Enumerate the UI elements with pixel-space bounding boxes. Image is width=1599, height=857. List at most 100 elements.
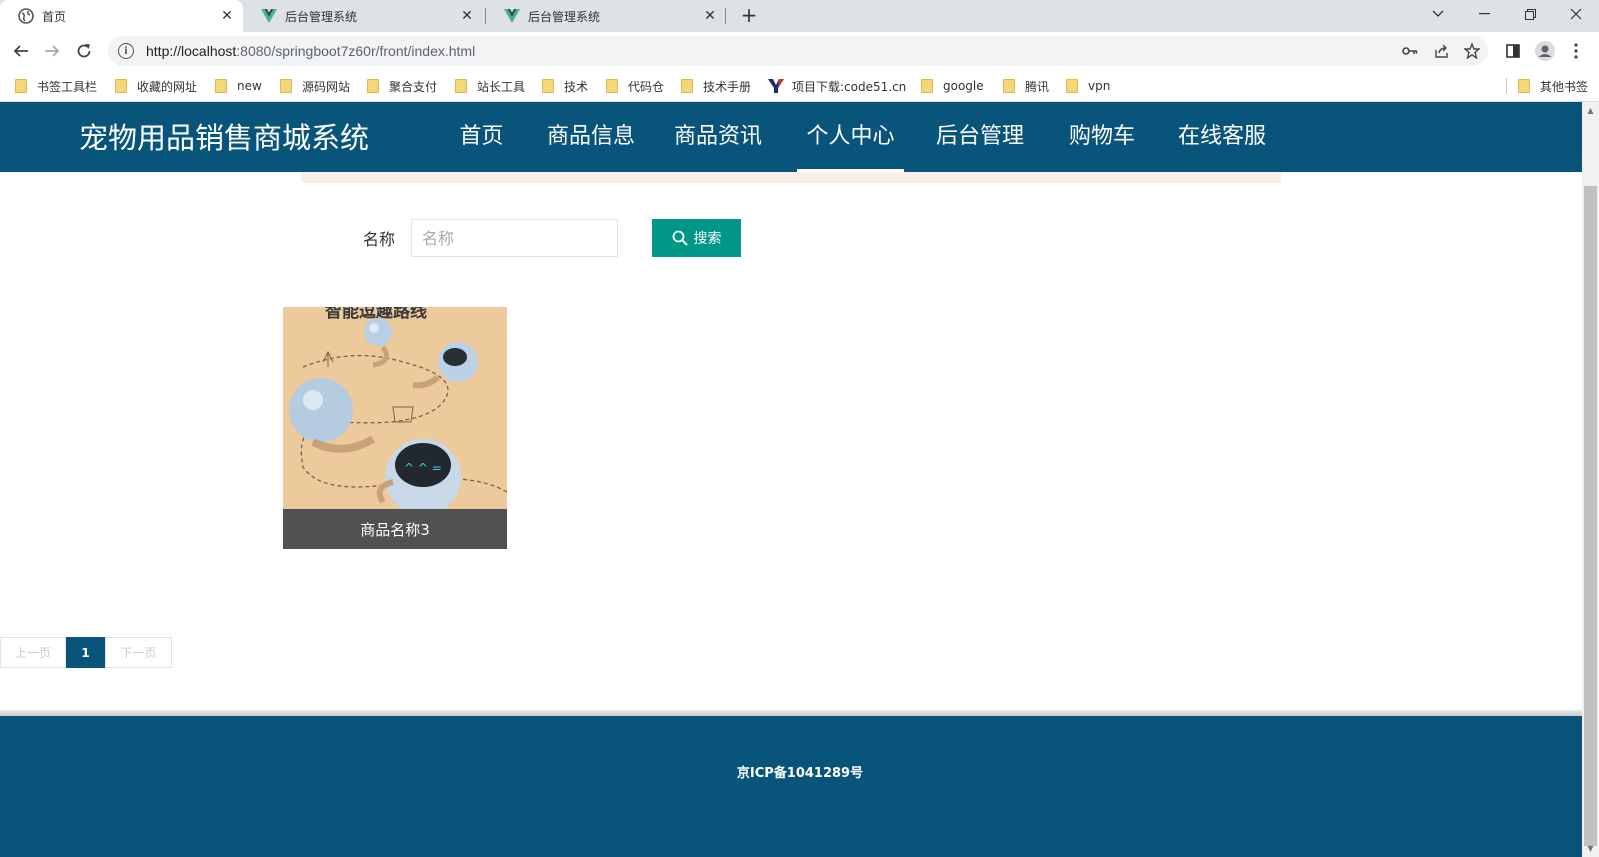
folder-icon <box>115 79 127 93</box>
tab-separator <box>725 8 726 24</box>
bookmark-folder[interactable]: 聚合支付 <box>367 78 437 94</box>
bookmarks-bar: 书签工具栏 收藏的网址 new 源码网站 聚合支付 站长工具 技术 代码仓 技术… <box>0 70 1599 102</box>
bookmark-label: 站长工具 <box>477 79 526 94</box>
other-bookmarks[interactable]: 其他书签 <box>1518 78 1588 94</box>
page-number-current[interactable]: 1 <box>66 637 105 668</box>
tab-title: 后台管理系统 <box>285 9 358 24</box>
prev-page-button[interactable]: 上一页 <box>0 637 66 668</box>
globe-icon <box>18 8 34 24</box>
folder-icon <box>1518 79 1530 93</box>
bookmark-label: 收藏的网址 <box>137 79 198 94</box>
star-icon[interactable] <box>1462 41 1482 61</box>
footer: 京ICP备1041289号 <box>0 716 1582 857</box>
tab-search-icon[interactable] <box>1415 0 1461 28</box>
page-scrollbar[interactable]: ▲ ▼ <box>1582 102 1599 857</box>
bookmark-folder[interactable]: google <box>921 78 984 94</box>
tab-admin-1[interactable]: 后台管理系统 ✕ <box>243 0 483 32</box>
key-icon[interactable] <box>1400 41 1420 61</box>
folder-icon <box>455 79 467 93</box>
bookmark-label: 项目下载:code51.cn <box>792 79 907 94</box>
tab-title: 后台管理系统 <box>528 9 601 24</box>
vue-icon <box>261 8 277 24</box>
bookmark-label: 源码网站 <box>302 79 351 94</box>
next-page-button[interactable]: 下一页 <box>105 637 172 668</box>
bookmark-label: 书签工具栏 <box>37 79 98 94</box>
bookmark-folder[interactable]: new <box>215 78 262 94</box>
menu-dots-icon[interactable] <box>1566 41 1586 61</box>
nav-cart[interactable]: 购物车 <box>1068 102 1136 172</box>
bookmark-label: 聚合支付 <box>389 79 438 94</box>
scroll-down-icon[interactable]: ▼ <box>1582 840 1599 857</box>
close-icon[interactable]: ✕ <box>457 6 477 26</box>
nav-admin[interactable]: 后台管理 <box>935 102 1025 172</box>
folder-icon <box>15 79 27 93</box>
nav-news[interactable]: 商品资讯 <box>673 102 763 172</box>
profile-icon[interactable] <box>1535 41 1555 61</box>
nav-home[interactable]: 首页 <box>459 102 504 172</box>
forward-icon[interactable] <box>38 37 66 65</box>
bookmark-folder[interactable]: 站长工具 <box>455 78 525 94</box>
bookmark-folder[interactable]: 书签工具栏 <box>15 78 97 94</box>
bookmark-label: vpn <box>1088 79 1111 93</box>
restore-icon[interactable] <box>1507 0 1553 28</box>
folder-icon <box>542 79 554 93</box>
bookmark-label: 技术 <box>564 79 589 94</box>
search-button[interactable]: 搜索 <box>652 219 741 257</box>
sidepanel-icon[interactable] <box>1503 41 1523 61</box>
bookmark-divider <box>1506 78 1507 94</box>
bookmark-folder[interactable]: 收藏的网址 <box>115 78 197 94</box>
bookmark-link[interactable]: 项目下载:code51.cn <box>768 78 906 94</box>
reload-icon[interactable] <box>70 37 98 65</box>
bookmark-label: 其他书签 <box>1540 79 1589 94</box>
share-icon[interactable] <box>1432 41 1452 61</box>
site-title: 宠物用品销售商城系统 <box>79 121 370 155</box>
vue-icon <box>504 8 520 24</box>
bookmark-label: 代码仓 <box>628 79 665 94</box>
bookmark-folder[interactable]: 技术 <box>542 78 588 94</box>
bookmark-folder[interactable]: vpn <box>1066 78 1110 94</box>
folder-icon <box>606 79 618 93</box>
nav-personal-center[interactable]: 个人中心 <box>797 102 904 172</box>
new-tab-button[interactable]: + <box>737 4 761 28</box>
search-input[interactable] <box>411 219 618 257</box>
minimize-icon[interactable] <box>1461 0 1507 28</box>
tab-admin-2[interactable]: 后台管理系统 ✕ <box>486 0 726 32</box>
nav-support[interactable]: 在线客服 <box>1177 102 1267 172</box>
back-icon[interactable] <box>7 37 35 65</box>
bookmark-folder[interactable]: 技术手册 <box>681 78 751 94</box>
tab-home[interactable]: 首页 ✕ <box>0 0 243 32</box>
bookmark-label: new <box>237 79 262 93</box>
close-window-icon[interactable] <box>1553 0 1599 28</box>
folder-icon <box>1003 79 1015 93</box>
folder-icon <box>215 79 227 93</box>
bookmark-label: 技术手册 <box>703 79 752 94</box>
nav-products[interactable]: 商品信息 <box>546 102 636 172</box>
bookmark-label: 腾讯 <box>1025 79 1050 94</box>
address-bar[interactable]: i http://localhost:8080/springboot7z60r/… <box>108 36 1488 66</box>
folder-icon <box>280 79 292 93</box>
banner-strip <box>301 172 1281 183</box>
search-label: 名称 <box>363 230 396 249</box>
pagination: 上一页 1 下一页 <box>0 637 172 668</box>
close-icon[interactable]: ✕ <box>217 6 237 26</box>
scroll-thumb[interactable] <box>1584 186 1597 846</box>
product-name[interactable]: 商品名称3 <box>283 509 507 549</box>
scroll-up-icon[interactable]: ▲ <box>1582 102 1599 119</box>
bookmark-label: google <box>943 79 984 93</box>
search-icon <box>672 230 688 246</box>
tab-title: 首页 <box>42 9 67 24</box>
folder-icon <box>367 79 379 93</box>
site-header: 宠物用品销售商城系统 首页 商品信息 商品资讯 个人中心 后台管理 购物车 在线… <box>0 102 1582 172</box>
icp-text: 京ICP备1041289号 <box>736 766 864 781</box>
bookmark-folder[interactable]: 代码仓 <box>606 78 664 94</box>
info-icon[interactable]: i <box>118 43 134 59</box>
close-icon[interactable]: ✕ <box>700 6 720 26</box>
search-button-label: 搜索 <box>693 230 722 246</box>
url-text: http://localhost:8080/springboot7z60r/fr… <box>146 43 476 59</box>
product-card[interactable]: 智能逗趣路线 ^ ^ = 商品名称3 <box>283 307 507 549</box>
y-logo-icon <box>768 78 784 94</box>
product-image[interactable]: 智能逗趣路线 ^ ^ = <box>283 307 507 509</box>
bookmark-folder[interactable]: 源码网站 <box>280 78 350 94</box>
bookmark-folder[interactable]: 腾讯 <box>1003 78 1049 94</box>
browser-toolbar: i http://localhost:8080/springboot7z60r/… <box>0 32 1599 70</box>
